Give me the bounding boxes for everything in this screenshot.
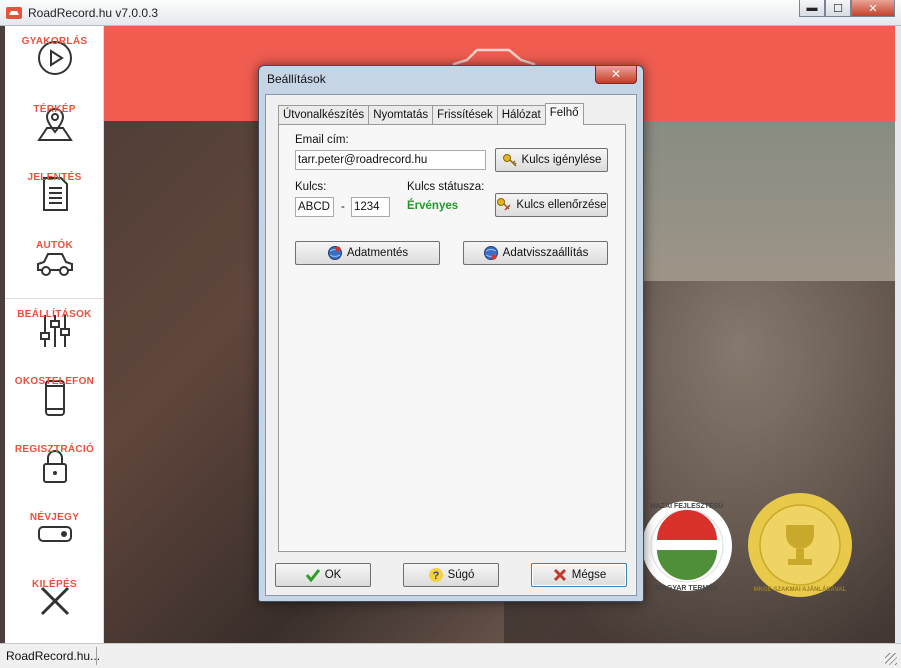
sidebar-item-label: OKOSTELEFON: [14, 376, 95, 387]
window-controls: ▬ ☐ ✕: [799, 0, 895, 18]
backup-button[interactable]: Adatmentés: [295, 241, 440, 265]
globe-upload-icon: [327, 246, 342, 260]
dialog-close-button[interactable]: ✕: [595, 66, 637, 84]
window-titlebar: RoadRecord.hu v7.0.0.3 ▬ ☐ ✕: [0, 0, 901, 26]
tab-printing[interactable]: Nyomtatás: [368, 105, 434, 125]
sidebar-item-label: REGISZTRÁCIÓ: [14, 444, 95, 455]
sidebar-item-label: GYAKORLÁS: [21, 36, 88, 47]
badge2-text: MKOE SZAKMAI AJÁNLÁSÁVAL: [754, 586, 847, 593]
maximize-button[interactable]: ☐: [825, 0, 851, 17]
sidebar-item-map[interactable]: TÉRKÉP: [5, 100, 104, 168]
cancel-x-icon: [553, 568, 566, 582]
status-bar: RoadRecord.hu...: [0, 643, 901, 668]
sidebar-divider: [5, 298, 104, 299]
key-status-value: Érvényes: [407, 200, 459, 212]
tab-strip: Útvonalkészítés Nyomtatás Frissítések Há…: [278, 103, 584, 125]
tab-network[interactable]: Hálózat: [496, 105, 546, 125]
ok-button[interactable]: OK: [275, 563, 371, 587]
key-part2-field[interactable]: [351, 197, 390, 217]
sidebar-item-cars[interactable]: AUTÓK: [5, 236, 104, 304]
sidebar-item-label: BEÁLLÍTÁSOK: [17, 309, 92, 320]
verify-key-label: Kulcs ellenőrzése: [516, 199, 607, 211]
request-key-button[interactable]: Kulcs igénylése: [495, 148, 608, 172]
sidebar-item-label: KILÉPÉS: [32, 579, 77, 590]
dialog-body: Útvonalkészítés Nyomtatás Frissítések Há…: [265, 94, 637, 596]
globe-download-icon: [483, 246, 498, 260]
app-logo-icon: [6, 7, 22, 19]
badge1-bottom-text: MAGYAR TERMÉK: [656, 583, 718, 592]
key-label: Kulcs:: [295, 181, 327, 193]
sidebar-item-registration[interactable]: REGISZTRÁCIÓ: [5, 440, 104, 508]
sidebar-item-label: AUTÓK: [35, 240, 74, 251]
cancel-button[interactable]: Mégse: [531, 563, 627, 587]
settings-dialog: Beállítások ✕ Útvonalkészítés Nyomtatás …: [258, 65, 644, 602]
mkoe-recommendation-badge: MKOE SZAKMAI AJÁNLÁSÁVAL: [748, 493, 852, 597]
status-text: RoadRecord.hu...: [6, 649, 101, 663]
key-part1-field[interactable]: [295, 197, 334, 217]
svg-text:?: ?: [432, 570, 439, 582]
ok-label: OK: [324, 569, 342, 581]
restore-button[interactable]: Adatvisszaállítás: [463, 241, 608, 265]
request-key-label: Kulcs igénylése: [521, 154, 602, 166]
window-title: RoadRecord.hu v7.0.0.3: [28, 6, 159, 20]
email-label: Email cím:: [295, 134, 349, 146]
help-label: Súgó: [447, 569, 475, 581]
key-status-label: Kulcs státusza:: [407, 181, 485, 193]
tab-route-planning[interactable]: Útvonalkészítés: [278, 105, 370, 125]
email-field[interactable]: [295, 150, 486, 170]
cancel-label: Mégse: [571, 569, 607, 581]
sidebar-item-exit[interactable]: KILÉPÉS: [5, 575, 104, 643]
sidebar-item-label: TÉRKÉP: [33, 104, 76, 115]
sidebar-item-practice[interactable]: GYAKORLÁS: [5, 32, 104, 100]
sidebar-item-settings[interactable]: BEÁLLÍTÁSOK: [5, 305, 104, 373]
close-button[interactable]: ✕: [851, 0, 895, 17]
resize-grip-icon[interactable]: [885, 653, 897, 665]
key-icon: [502, 154, 517, 167]
tab-cloud[interactable]: Felhő: [544, 103, 584, 125]
key-check-icon: [497, 198, 511, 211]
status-separator: [96, 647, 97, 665]
window-right-border: [895, 26, 901, 643]
hungarian-product-badge: HAZAI FEJLESZTÉSŰ MAGYAR TERMÉK: [642, 501, 732, 592]
verify-key-button[interactable]: Kulcs ellenőrzése: [495, 193, 608, 217]
cloud-tab-panel: Email cím: Kulcs igénylése Kulcs: - Kulc…: [278, 124, 626, 552]
tab-updates[interactable]: Frissítések: [432, 105, 498, 125]
checkmark-icon: [305, 569, 320, 583]
badge1-top-text: HAZAI FEJLESZTÉSŰ: [651, 501, 724, 510]
sidebar-item-label: JELENTÉS: [27, 172, 82, 183]
sidebar-item-label: NÉVJEGY: [29, 512, 80, 523]
sidebar-item-about[interactable]: NÉVJEGY: [5, 508, 104, 576]
sidebar-item-smartphone[interactable]: OKOSTELEFON: [5, 372, 104, 440]
key-separator: -: [341, 201, 345, 213]
help-button[interactable]: ? Súgó: [403, 563, 499, 587]
minimize-button[interactable]: ▬: [799, 0, 825, 17]
restore-label: Adatvisszaállítás: [502, 247, 589, 259]
help-icon: ?: [428, 568, 443, 582]
backup-label: Adatmentés: [346, 247, 409, 259]
dialog-title: Beállítások: [267, 72, 326, 86]
sidebar-item-report[interactable]: JELENTÉS: [5, 168, 104, 236]
sidebar: GYAKORLÁS TÉRKÉP JELENTÉS AUTÓK BEÁLLÍTÁ…: [5, 26, 104, 643]
